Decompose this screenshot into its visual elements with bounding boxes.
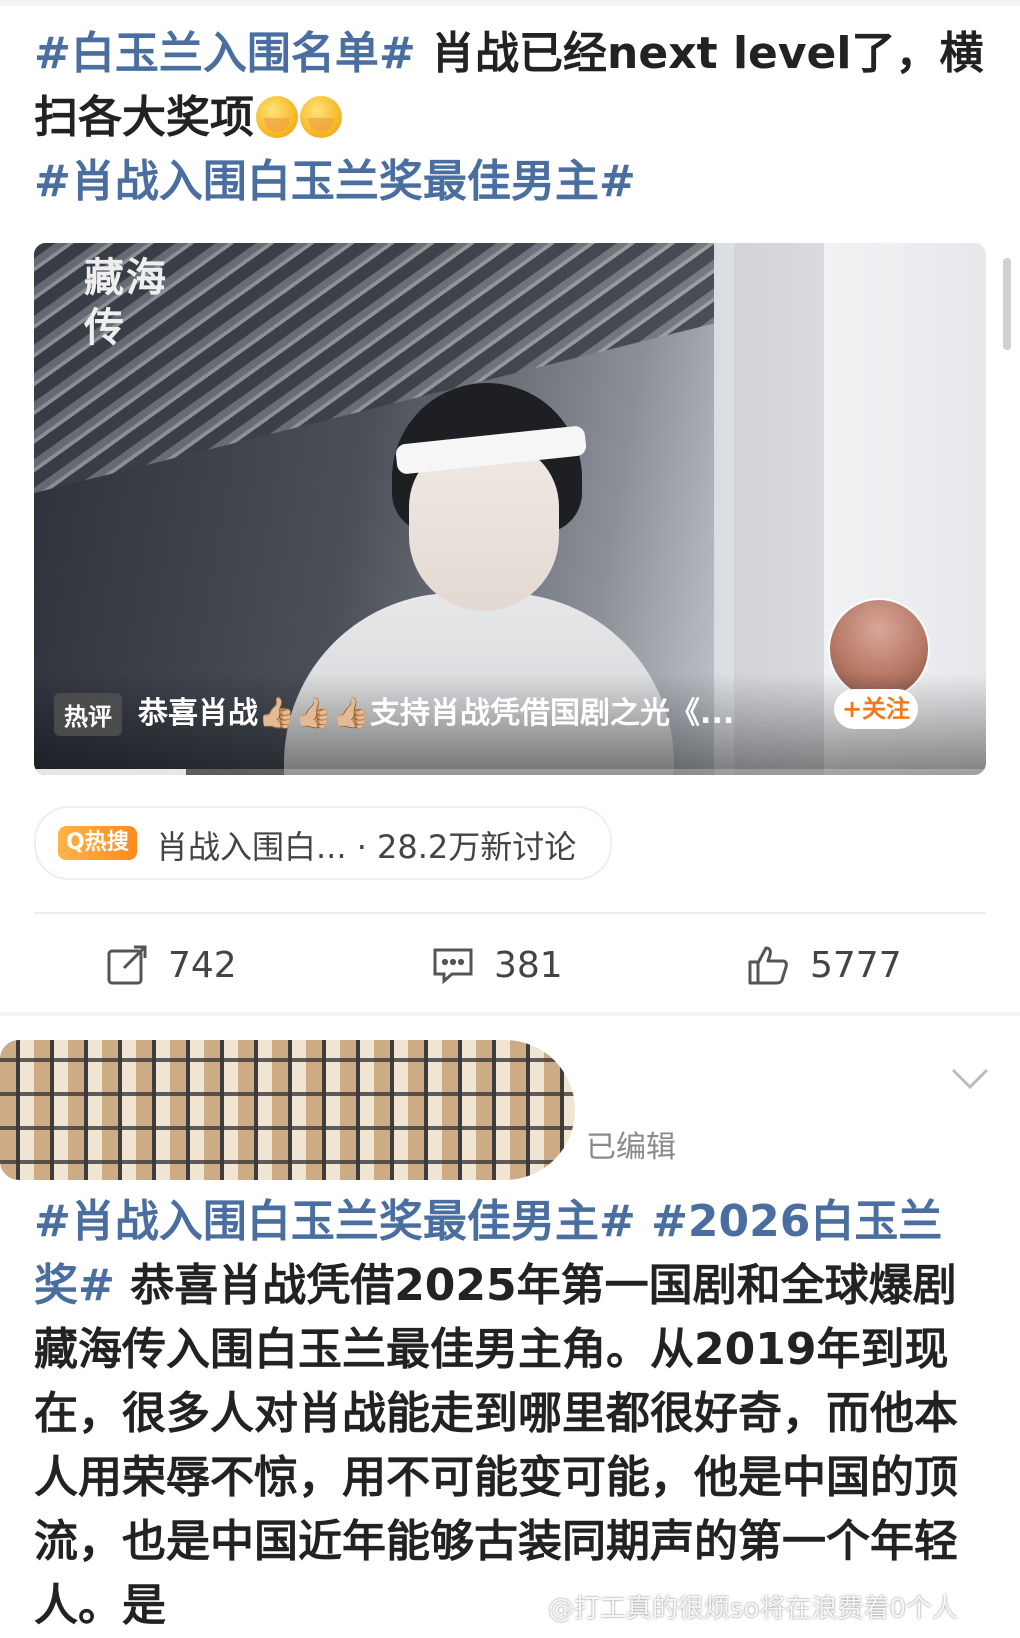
comment-count: 381 <box>494 944 563 986</box>
trending-topic-pill[interactable]: Q热搜 肖战入围白... · 28.2万新讨论 <box>34 806 612 880</box>
comment-icon <box>433 948 473 985</box>
divider <box>34 912 986 914</box>
topic-link[interactable]: #肖战入围白玉兰奖最佳男主# <box>34 156 636 207</box>
top-divider <box>0 0 1020 6</box>
thumbs-up-icon <box>748 946 788 985</box>
repost-button[interactable]: 742 <box>104 930 237 1000</box>
post-separator <box>0 1012 1020 1016</box>
trending-topic-text: 肖战入围白... · 28.2万新讨论 <box>156 828 577 866</box>
watermark: @打工真的很烦so将在浪费着0个人 <box>548 1594 958 1624</box>
like-count: 5777 <box>810 944 902 986</box>
redacted-user-info <box>0 1040 575 1180</box>
post-2-text: #肖战入围白玉兰奖最佳男主# #2026白玉兰奖# 恭喜肖战凭借2025年第一国… <box>34 1190 984 1638</box>
hot-comment-text[interactable]: 恭喜肖战👍🏼👍🏼👍🏼支持肖战凭借国剧之光《... <box>138 688 818 732</box>
follow-button[interactable]: +关注 <box>834 689 918 729</box>
blushing-face-emoji-icon <box>300 96 342 138</box>
video-progress-fill <box>34 769 187 775</box>
blushing-face-emoji-icon <box>256 96 298 138</box>
topic-link[interactable]: #肖战入围白玉兰奖最佳男主# <box>34 1196 636 1247</box>
video-player[interactable]: 藏海传 热评 恭喜肖战👍🏼👍🏼👍🏼支持肖战凭借国剧之光《... +关注 <box>34 243 986 775</box>
scrollbar[interactable] <box>1003 258 1011 350</box>
drama-logo: 藏海传 <box>84 254 168 351</box>
repost-count: 742 <box>168 944 237 986</box>
post-1-text: #白玉兰入围名单# 肖战已经next level了，横扫各大奖项 #肖战入围白玉… <box>34 22 984 214</box>
post-body: 恭喜肖战凭借2025年第一国剧和全球爆剧藏海传入围白玉兰最佳男主角。从2019年… <box>34 1260 958 1631</box>
chevron-down-icon[interactable] <box>950 1066 990 1092</box>
like-button[interactable]: 5777 <box>746 930 902 1000</box>
hot-comment-badge: 热评 <box>54 693 122 736</box>
video-progress-bar[interactable] <box>34 769 986 775</box>
edited-label: 已编辑 <box>586 1130 676 1165</box>
post-actions: 742 381 5777 <box>0 930 1020 1000</box>
hot-search-badge: Q热搜 <box>58 826 137 860</box>
repost-icon <box>107 945 147 985</box>
topic-link[interactable]: #白玉兰入围名单# <box>34 28 416 79</box>
comment-button[interactable]: 381 <box>430 930 563 1000</box>
